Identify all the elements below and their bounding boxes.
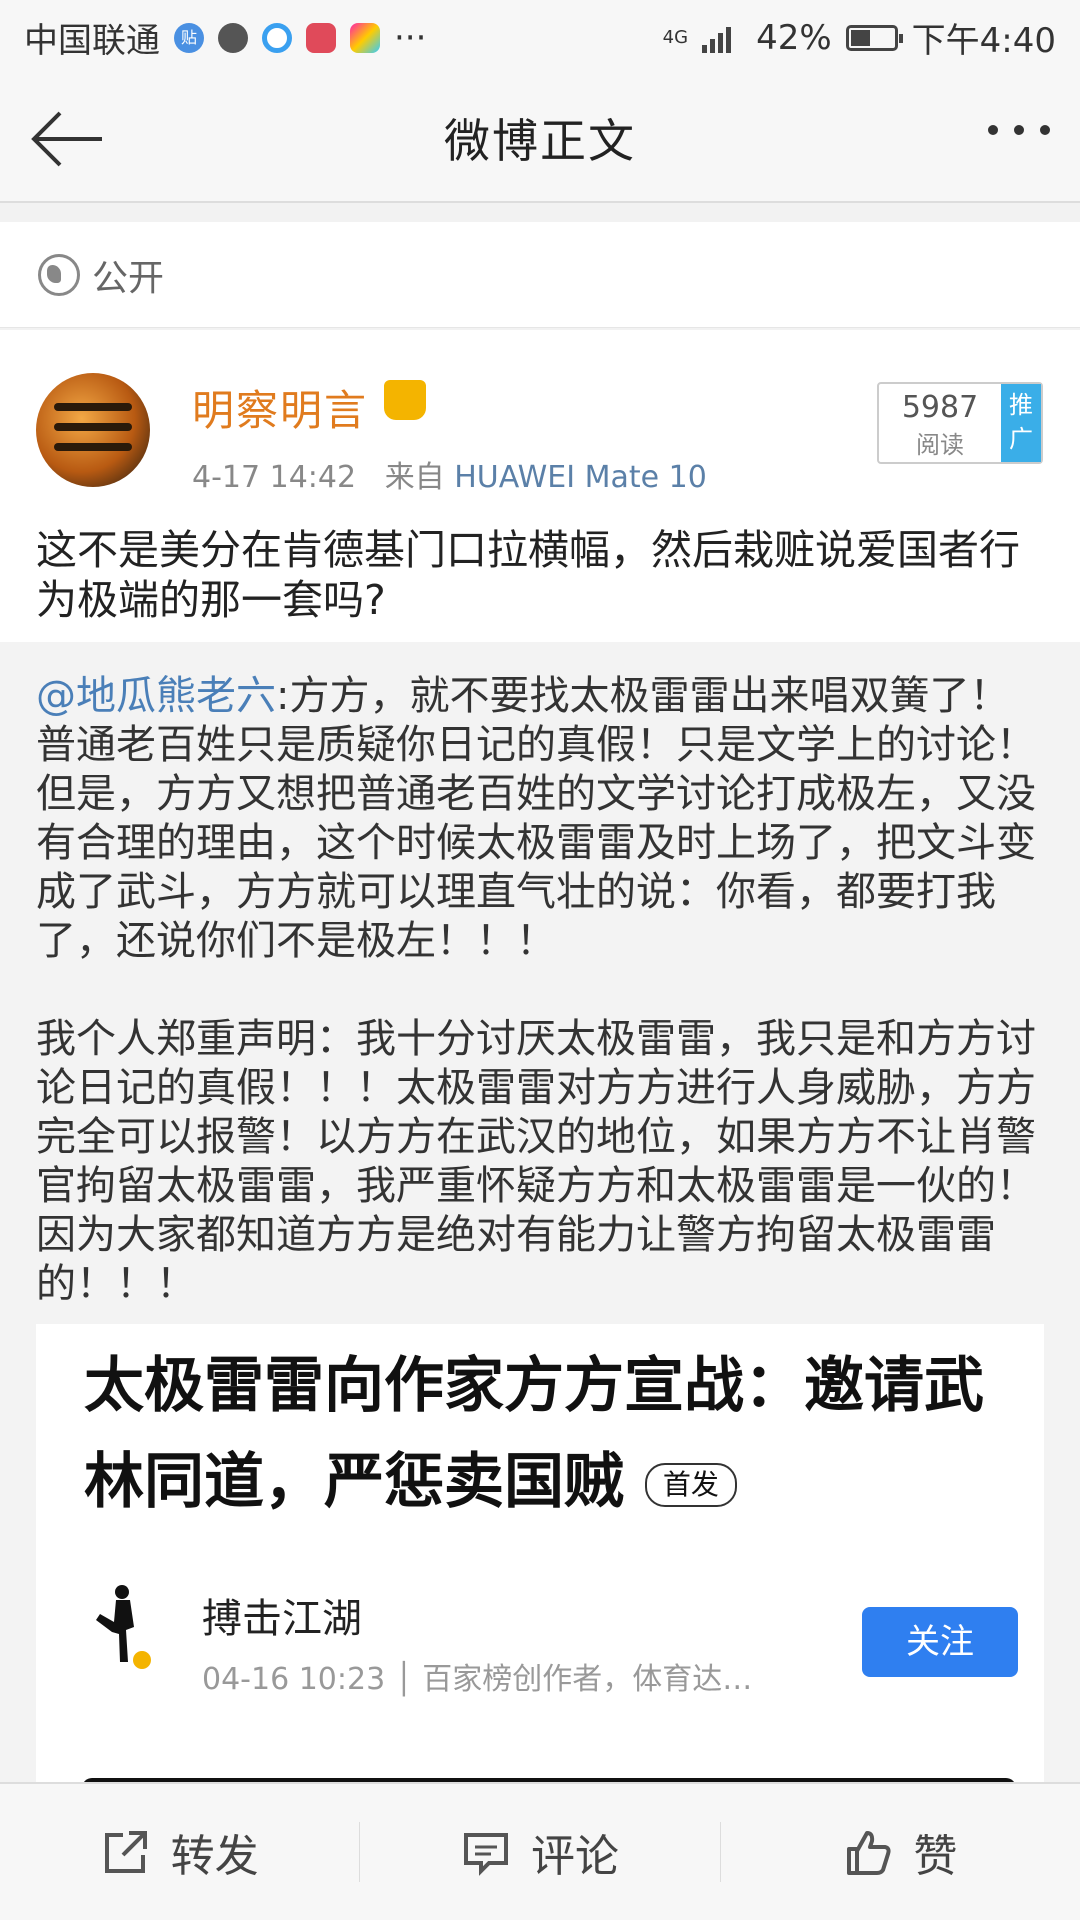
thumbs-up-icon <box>847 1831 891 1875</box>
page-title: 微博正文 <box>444 114 636 168</box>
repost-text: :方方，就不要找太极雷雷出来唱双簧了！普通老百姓只是质疑你日记的真假！只是文学上… <box>36 673 1036 1307</box>
reads-label: 阅读 <box>916 431 964 459</box>
repost-text-block: @地瓜熊老六:方方，就不要找太极雷雷出来唱双簧了！普通老百姓只是质疑你日记的真假… <box>36 672 1046 1309</box>
share-icon <box>104 1831 147 1873</box>
comment-button[interactable]: 评论 <box>360 1812 719 1892</box>
like-button[interactable]: 赞 <box>721 1812 1080 1892</box>
battery-percent: 42% <box>756 17 832 58</box>
repost-button[interactable]: 转发 <box>0 1812 359 1892</box>
post-source[interactable]: HUAWEI Mate 10 <box>454 460 707 495</box>
nav-bar: 微博正文 <box>0 75 1080 203</box>
embed-author-meta: 04-16 10:23 │ 百家榜创作者，体育达… <box>202 1662 753 1697</box>
vip-crown-icon <box>384 380 426 420</box>
post-username[interactable]: 明察明言 <box>192 377 368 438</box>
post-text: 这不是美分在肯德基门口拉横幅，然后栽赃说爱国者行为极端的那一套吗? <box>36 526 1020 624</box>
status-bar: 中国联通 贴 ··· 4G 42% 下午4:40 <box>0 0 1080 75</box>
comment-icon <box>463 1833 508 1876</box>
repost-label: 转发 <box>170 1831 259 1882</box>
chat-icon <box>218 22 248 53</box>
reposted-content[interactable]: @地瓜熊老六:方方，就不要找太极雷雷出来唱双簧了！普通老百姓只是质疑你日记的真假… <box>0 642 1080 1808</box>
signal-icon <box>702 23 742 53</box>
fighter-avatar-icon <box>96 1585 151 1669</box>
post-meta: 4-17 14:42 来自 HUAWEI Mate 10 <box>192 452 707 496</box>
comment-label: 评论 <box>530 1831 619 1882</box>
visibility-label: 公开 <box>92 257 165 299</box>
tieba-icon: 贴 <box>174 22 204 53</box>
embedded-image[interactable]: 太极雷雷向作家方方宣战：邀请武林同道，严惩卖国贼 首发 搏击江湖 04-16 1… <box>36 1324 1044 1808</box>
bottom-toolbar: 转发 评论 赞 <box>0 1782 1080 1920</box>
embed-title: 太极雷雷向作家方方宣战：邀请武林同道，严惩卖国贼 首发 <box>84 1338 1024 1530</box>
more-options-icon[interactable] <box>988 125 1050 135</box>
mention-link[interactable]: @地瓜熊老六 <box>36 673 276 719</box>
back-arrow-icon[interactable] <box>30 109 104 169</box>
reads-badge[interactable]: 5987 阅读 推广 <box>877 382 1043 464</box>
first-release-tag: 首发 <box>644 1463 737 1508</box>
network-type: 4G <box>662 26 689 48</box>
globe-icon <box>38 253 80 296</box>
embed-author-name: 搏击江湖 <box>202 1596 362 1642</box>
promote-button[interactable]: 推广 <box>1001 384 1041 462</box>
reads-count: 5987 <box>901 390 979 425</box>
book-app-icon <box>306 22 336 53</box>
carrier-label: 中国联通 <box>24 21 160 61</box>
post-timestamp: 4-17 14:42 <box>192 460 357 495</box>
browser-icon <box>262 22 292 53</box>
avatar[interactable] <box>36 373 150 487</box>
like-label: 赞 <box>913 1831 958 1882</box>
source-prefix: 来自 <box>384 460 445 495</box>
follow-button: 关注 <box>862 1607 1018 1677</box>
post-card: 明察明言 4-17 14:42 来自 HUAWEI Mate 10 5987 阅… <box>0 330 1080 642</box>
embed-title-text: 太极雷雷向作家方方宣战：邀请武林同道，严惩卖国贼 <box>84 1351 984 1517</box>
more-notifications-icon: ··· <box>394 17 427 58</box>
app-icon <box>350 22 380 53</box>
battery-icon <box>845 24 903 51</box>
clock: 下午4:40 <box>911 21 1056 61</box>
visibility-row: 公开 <box>0 222 1080 328</box>
